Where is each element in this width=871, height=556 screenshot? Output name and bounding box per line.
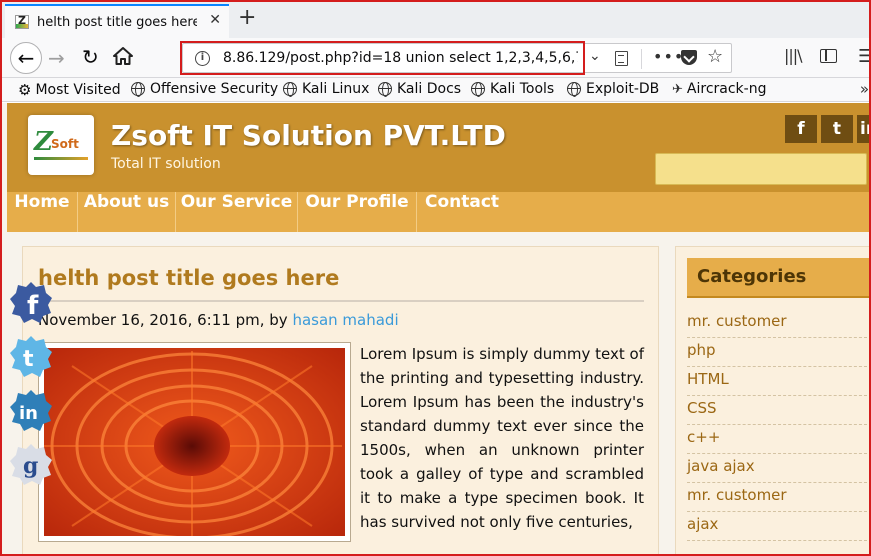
- nav-contact[interactable]: Contact: [417, 192, 507, 232]
- category-link[interactable]: c++: [687, 425, 867, 454]
- browser-window: helth post title goes here ✕ + ← → ↻ i 8…: [0, 0, 871, 556]
- divider: [641, 49, 642, 69]
- gear-icon: ⚙: [18, 81, 32, 99]
- url-input[interactable]: 8.86.129/post.php?id=18 union select 1,2…: [223, 50, 578, 66]
- post-card: helth post title goes here November 16, …: [22, 246, 659, 554]
- globe-icon: [567, 82, 581, 97]
- home-icon[interactable]: [112, 46, 134, 66]
- globe-icon: [378, 82, 392, 97]
- web-page: Z Soft Zsoft IT Solution PVT.LTD Total I…: [2, 103, 869, 554]
- category-link[interactable]: mr. customer: [687, 483, 867, 512]
- linkedin-icon[interactable]: in: [857, 115, 869, 143]
- site-logo[interactable]: Z Soft: [28, 115, 94, 175]
- forward-button[interactable]: →: [48, 46, 65, 70]
- divider: [38, 300, 644, 302]
- category-link[interactable]: HTML: [687, 367, 867, 396]
- bookmark-star-icon[interactable]: ☆: [707, 46, 723, 67]
- library-icon[interactable]: |||\: [784, 46, 803, 65]
- tab-active[interactable]: helth post title goes here ✕: [5, 4, 229, 38]
- bookmark-label: Kali Tools: [490, 81, 555, 97]
- zsoft-favicon-icon: [15, 14, 29, 29]
- info-icon[interactable]: i: [195, 51, 210, 66]
- post-title[interactable]: helth post title goes here: [38, 266, 339, 290]
- bookmark-label: Exploit-DB: [586, 81, 660, 97]
- post-meta: November 16, 2016, 6:11 pm, by hasan mah…: [38, 311, 399, 329]
- bookmark-aircrack-ng[interactable]: ✈ Aircrack-ng: [672, 81, 766, 97]
- bookmark-label: Kali Docs: [397, 81, 462, 97]
- more-actions-icon[interactable]: •••: [653, 47, 684, 66]
- post-body: Lorem Ipsum is simply dummy text of the …: [360, 345, 644, 531]
- bookmark-label: Offensive Security: [150, 81, 279, 97]
- close-tab-icon[interactable]: ✕: [209, 12, 221, 28]
- chevron-down-icon[interactable]: ⌄: [589, 48, 601, 64]
- aircrack-icon: ✈: [672, 81, 683, 97]
- categories-title: Categories: [697, 266, 807, 287]
- site-title: Zsoft IT Solution PVT.LTD: [111, 119, 506, 152]
- search-input[interactable]: [655, 153, 867, 185]
- categories-sidebar: Categories mr. customer php HTML CSS c++…: [675, 246, 869, 554]
- navigation-toolbar: ← → ↻ i 8.86.129/post.php?id=18 union se…: [2, 38, 869, 78]
- post-image: [38, 342, 351, 542]
- categories-list: mr. customer php HTML CSS c++ java ajax …: [687, 309, 867, 541]
- twitter-icon[interactable]: t: [821, 115, 853, 143]
- sidebar-toggle-icon[interactable]: [820, 49, 837, 63]
- category-link[interactable]: php: [687, 338, 867, 367]
- facebook-float-icon[interactable]: f: [8, 279, 54, 325]
- address-bar[interactable]: i 8.86.129/post.php?id=18 union select 1…: [182, 43, 732, 73]
- reload-button[interactable]: ↻: [82, 45, 99, 69]
- nav-our-service[interactable]: Our Service: [176, 192, 297, 232]
- bookmark-exploit-db[interactable]: Exploit-DB: [567, 81, 659, 97]
- bookmarks-toolbar: ⚙ Most Visited Offensive Security Kali Li…: [2, 78, 869, 102]
- globe-icon: [471, 82, 485, 97]
- category-link[interactable]: java ajax: [687, 454, 867, 483]
- svg-text:g: g: [23, 453, 38, 479]
- categories-header: Categories: [687, 258, 869, 298]
- tab-title: helth post title goes here: [37, 14, 197, 30]
- site-header: Z Soft Zsoft IT Solution PVT.LTD Total I…: [7, 103, 869, 192]
- category-link[interactable]: mr. customer: [687, 309, 867, 338]
- logo-underline: [34, 157, 88, 160]
- pocket-icon[interactable]: [681, 50, 697, 65]
- post-author-link[interactable]: hasan mahadi: [292, 311, 398, 329]
- globe-icon: [131, 82, 145, 97]
- svg-text:in: in: [19, 403, 38, 424]
- new-tab-icon[interactable]: +: [238, 6, 256, 30]
- nav-our-profile[interactable]: Our Profile: [298, 192, 416, 232]
- bookmark-kali-linux[interactable]: Kali Linux: [283, 81, 369, 97]
- bookmark-kali-tools[interactable]: Kali Tools: [471, 81, 554, 97]
- post-date: November 16, 2016, 6:11 pm, by: [38, 311, 288, 329]
- bookmark-kali-docs[interactable]: Kali Docs: [378, 81, 461, 97]
- hamburger-menu-icon[interactable]: ☰: [858, 46, 869, 67]
- twitter-float-icon[interactable]: t: [8, 333, 54, 379]
- back-button[interactable]: ←: [10, 42, 42, 74]
- nav-home[interactable]: Home: [7, 192, 77, 232]
- category-link[interactable]: ajax: [687, 512, 867, 541]
- flower-image: [44, 348, 345, 536]
- bookmark-label: Kali Linux: [302, 81, 370, 97]
- facebook-icon[interactable]: f: [785, 115, 817, 143]
- site-nav: Home About us Our Service Our Profile Co…: [7, 192, 869, 232]
- category-link[interactable]: CSS: [687, 396, 867, 425]
- svg-text:f: f: [27, 291, 39, 321]
- nav-about-us[interactable]: About us: [78, 192, 175, 232]
- bookmark-offensive-security[interactable]: Offensive Security: [131, 81, 278, 97]
- logo-word: Soft: [51, 137, 79, 151]
- google-float-icon[interactable]: g: [8, 441, 54, 487]
- svg-text:t: t: [23, 347, 34, 372]
- bookmark-label: Aircrack-ng: [686, 81, 767, 97]
- linkedin-float-icon[interactable]: in: [8, 387, 54, 433]
- site-tagline: Total IT solution: [111, 156, 221, 172]
- tab-bar: helth post title goes here ✕ +: [2, 2, 869, 38]
- globe-icon: [283, 82, 297, 97]
- chevron-right-icon[interactable]: »: [860, 80, 869, 98]
- reader-view-icon[interactable]: [615, 51, 628, 66]
- bookmark-label: Most Visited: [35, 82, 121, 98]
- bookmark-most-visited[interactable]: ⚙ Most Visited: [18, 81, 121, 99]
